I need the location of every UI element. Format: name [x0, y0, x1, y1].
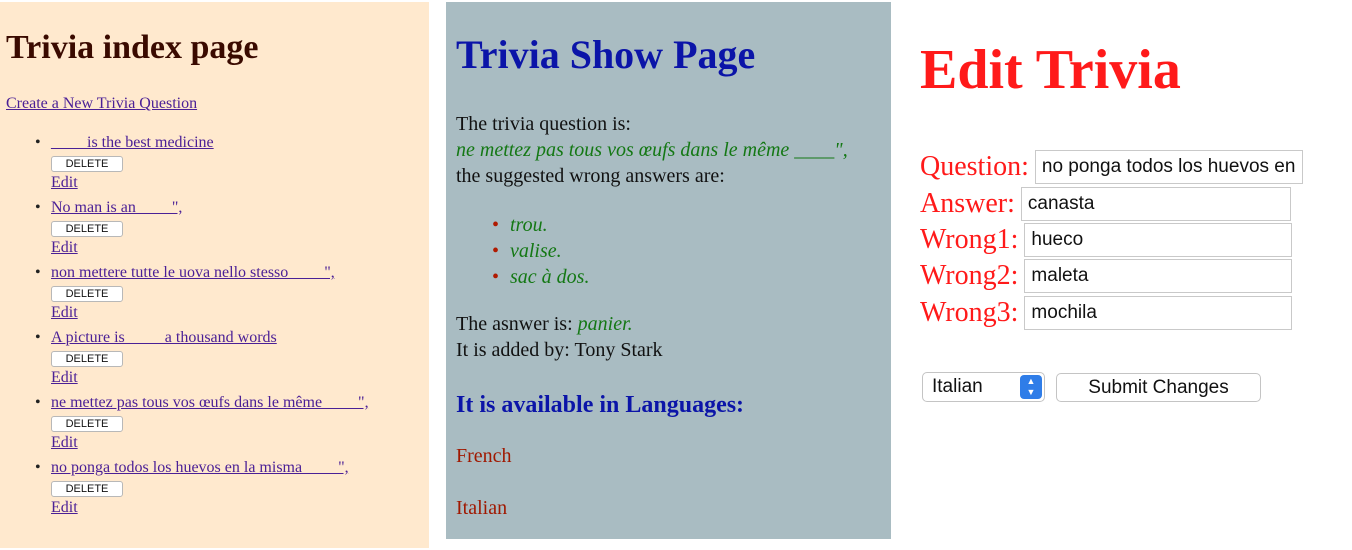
wrong3-row: Wrong3:	[920, 296, 1293, 330]
list-item: • non mettere tutte le uova nello stesso…	[35, 263, 369, 328]
wrong2-row: Wrong2:	[920, 259, 1293, 293]
list-item: • trou.	[492, 212, 589, 238]
bullet-icon: •	[35, 459, 41, 476]
language-item: Italian	[456, 497, 508, 519]
submit-changes-button[interactable]: Submit Changes	[1056, 373, 1261, 402]
question-link[interactable]: no ponga todos los huevos en la misma __…	[51, 458, 369, 478]
answer-value: panier.	[577, 313, 633, 335]
delete-button[interactable]: DELETE	[51, 221, 123, 237]
wrong1-input[interactable]	[1024, 223, 1293, 257]
question-text: ne mettez pas tous vos œufs dans le même…	[456, 139, 848, 161]
list-item: • ____ is the best medicine DELETE Edit	[35, 133, 369, 198]
bullet-icon: •	[35, 394, 41, 411]
list-item: • sac à dos.	[492, 264, 589, 290]
edit-panel: Edit Trivia Question: Answer: Wrong1: Wr…	[898, 0, 1352, 550]
list-item: • ne mettez pas tous vos œufs dans le mê…	[35, 393, 369, 458]
list-item: • valise.	[492, 238, 589, 264]
wrong3-label: Wrong3:	[920, 297, 1019, 328]
language-select[interactable]: Italian ▲ ▼	[922, 372, 1045, 402]
question-label: Question:	[920, 151, 1029, 182]
show-page-title: Trivia Show Page	[456, 32, 756, 77]
list-item: • no ponga todos los huevos en la misma …	[35, 458, 369, 523]
language-item: French	[456, 445, 512, 467]
edit-page-title: Edit Trivia	[920, 39, 1181, 101]
bullet-icon: •	[35, 264, 41, 281]
bullet-icon: •	[492, 214, 500, 236]
answer-input[interactable]	[1020, 187, 1291, 221]
edit-link[interactable]: Edit	[51, 173, 369, 193]
wrong-answer: trou.	[510, 214, 548, 236]
edit-link[interactable]: Edit	[51, 498, 369, 518]
delete-button[interactable]: DELETE	[51, 286, 123, 302]
question-link[interactable]: A picture is ____ a thousand words	[51, 328, 369, 348]
list-item: • A picture is ____ a thousand words DEL…	[35, 328, 369, 393]
languages-heading: It is available in Languages:	[456, 392, 745, 418]
bullet-icon: •	[492, 240, 500, 262]
bullet-icon: •	[35, 199, 41, 216]
language-select-value: Italian	[932, 376, 983, 397]
delete-button[interactable]: DELETE	[51, 416, 123, 432]
index-panel: Trivia index page Create a New Trivia Qu…	[0, 2, 429, 548]
answer-row: Answer:	[920, 187, 1291, 221]
wrong-answers-intro: the suggested wrong answers are:	[456, 165, 725, 187]
edit-link[interactable]: Edit	[51, 368, 369, 388]
wrong-answer: sac à dos.	[510, 266, 590, 288]
delete-button[interactable]: DELETE	[51, 481, 123, 497]
answer-label: Answer:	[920, 188, 1015, 219]
delete-button[interactable]: DELETE	[51, 351, 123, 367]
chevron-up-down-icon: ▲ ▼	[1020, 375, 1042, 399]
wrong3-input[interactable]	[1024, 296, 1293, 330]
wrong-answers-list: • trou. • valise. • sac à dos.	[492, 212, 589, 290]
delete-button[interactable]: DELETE	[51, 156, 123, 172]
index-page-title: Trivia index page	[6, 29, 259, 66]
question-input[interactable]	[1034, 150, 1303, 184]
bullet-icon: •	[35, 134, 41, 151]
edit-link[interactable]: Edit	[51, 433, 369, 453]
question-link[interactable]: non mettere tutte le uova nello stesso _…	[51, 263, 369, 283]
wrong-answer: valise.	[510, 240, 562, 262]
edit-link[interactable]: Edit	[51, 303, 369, 323]
list-item: • No man is an ____", DELETE Edit	[35, 198, 369, 263]
answer-line: The asnwer is: panier.	[456, 311, 633, 337]
show-panel: Trivia Show Page The trivia question is:…	[446, 2, 891, 539]
create-question-link[interactable]: Create a New Trivia Question	[6, 94, 197, 114]
question-row: Question:	[920, 150, 1303, 184]
edit-link[interactable]: Edit	[51, 238, 369, 258]
question-link[interactable]: ne mettez pas tous vos œufs dans le même…	[51, 393, 369, 413]
bullet-icon: •	[492, 266, 500, 288]
question-intro: The trivia question is:	[456, 113, 631, 135]
wrong1-label: Wrong1:	[920, 224, 1019, 255]
answer-label: The asnwer is:	[456, 313, 573, 335]
wrong2-label: Wrong2:	[920, 260, 1019, 291]
wrong1-row: Wrong1:	[920, 223, 1293, 257]
wrong2-input[interactable]	[1024, 259, 1293, 293]
question-link[interactable]: ____ is the best medicine	[51, 133, 369, 153]
bullet-icon: •	[35, 329, 41, 346]
question-link[interactable]: No man is an ____",	[51, 198, 369, 218]
question-list: • ____ is the best medicine DELETE Edit …	[35, 133, 369, 523]
added-by: It is added by: Tony Stark	[456, 339, 663, 361]
